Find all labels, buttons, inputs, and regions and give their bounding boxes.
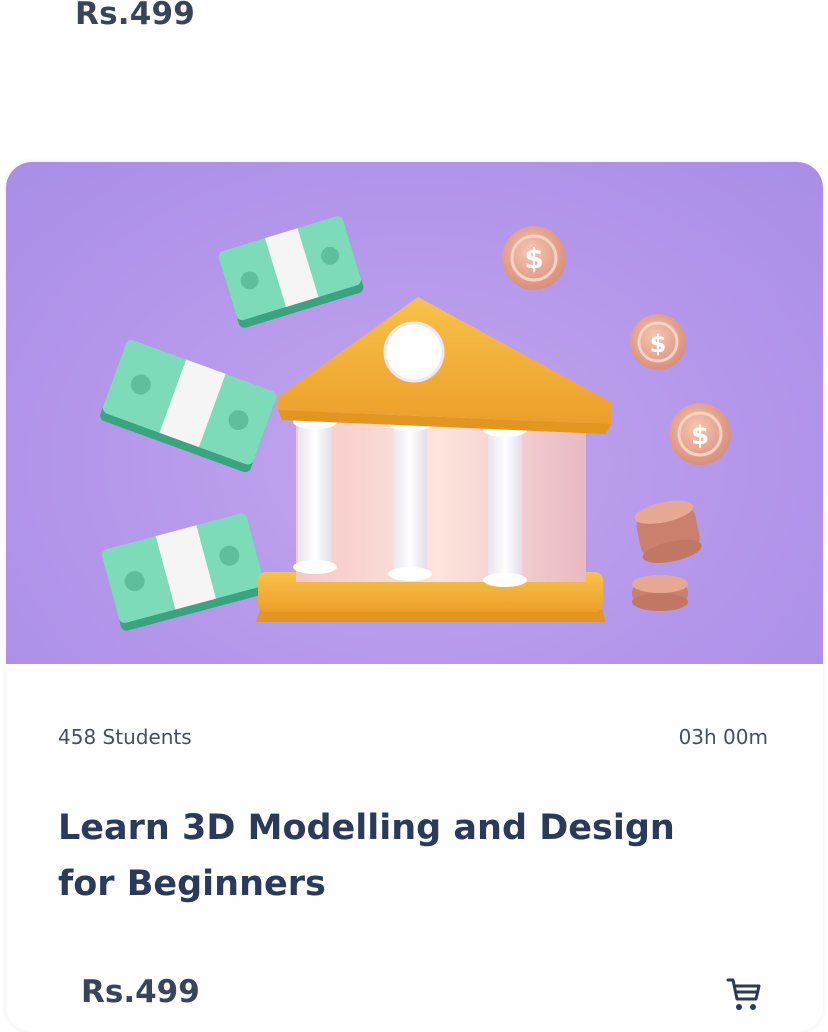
svg-text:$: $ [691,421,709,451]
course-card[interactable]: $ $ $ 458 Students 03h 00m Learn 3D Mode… [6,162,823,1032]
course-meta: 458 Students 03h 00m [58,725,768,749]
cart-icon [726,978,761,1010]
course-duration: 03h 00m [678,725,768,749]
svg-text:$: $ [524,242,543,275]
bank-with-money-icon: $ $ $ [100,216,731,631]
previous-card-price: Rs.499 [75,0,196,32]
course-title[interactable]: Learn 3D Modelling and Design for Beginn… [58,800,678,912]
add-to-cart-button[interactable] [724,974,764,1014]
course-thumbnail: $ $ $ [6,162,823,664]
course-price: Rs.499 [81,974,200,1010]
student-count: 458 Students [58,725,192,749]
svg-text:$: $ [650,330,667,358]
